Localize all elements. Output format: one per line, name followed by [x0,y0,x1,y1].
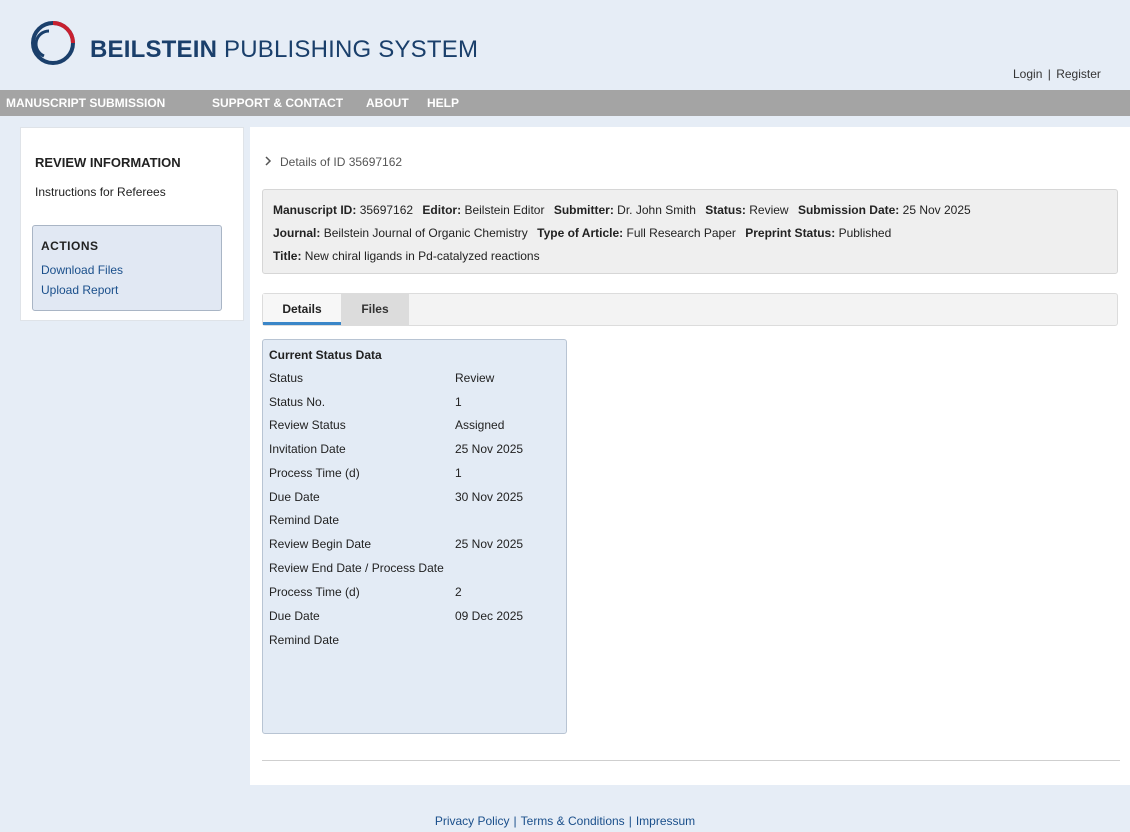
actions-box: ACTIONS Download Files Upload Report [32,225,222,311]
content-divider [262,760,1120,761]
status-row: Process Time (d) 1 [269,466,559,486]
tab-files[interactable]: Files [341,294,409,325]
nav-manuscript-submission[interactable]: MANUSCRIPT SUBMISSION [6,90,165,116]
journal-value: Beilstein Journal of Organic Chemistry [323,226,528,240]
instructions-for-referees-link[interactable]: Instructions for Referees [35,185,166,199]
nav-about[interactable]: ABOUT [366,90,409,116]
status-row-label: Remind Date [269,513,340,527]
info-line-2: Journal: Beilstein Journal of Organic Ch… [273,226,891,240]
status-row-label: Process Time (d) [269,585,360,599]
status-row-label: Due Date [269,490,320,504]
breadcrumb-text: Details of ID 35697162 [280,155,403,169]
status-row: Remind Date [269,633,559,653]
status-row-label: Status No. [269,395,326,409]
submitter-label: Submitter: [553,203,614,217]
site-footer: Privacy Policy | Terms & Conditions | Impres… [0,814,1130,828]
chevron-right-icon [265,156,272,166]
tab-bar: Details Files [262,293,1118,326]
status-row-value: 25 Nov 2025 [455,442,524,456]
status-row: Process Time (d) 2 [269,585,559,605]
title-label: Title: [273,249,302,263]
nav-support-contact[interactable]: SUPPORT & CONTACT [212,90,343,116]
review-information-title: REVIEW INFORMATION [35,155,181,170]
manuscript-id-label: Manuscript ID: [273,203,357,217]
editor-label: Editor: [422,203,462,217]
register-link[interactable]: Register [1056,67,1101,81]
status-row: Status No. 1 [269,395,559,415]
login-link[interactable]: Login [1013,67,1042,81]
submission-date-value: 25 Nov 2025 [902,203,971,217]
status-row-value: Assigned [455,418,505,432]
main-nav: MANUSCRIPT SUBMISSION SUPPORT & CONTACT … [0,90,1130,116]
status-row-label: Due Date [269,609,320,623]
status-row-label: Review Status [269,418,346,432]
brand-bold: BEILSTEIN [90,36,218,63]
footer-separator: | [513,814,517,828]
status-row-value: 1 [455,466,462,480]
submission-date-label: Submission Date: [797,203,900,217]
actions-title: ACTIONS [41,239,99,253]
terms-conditions-link[interactable]: Terms & Conditions [521,814,625,828]
nav-help[interactable]: HELP [427,90,459,116]
auth-separator: | [1047,67,1051,81]
auth-links-row: Login | Register [1013,67,1101,81]
breadcrumb: Details of ID 35697162 [264,155,402,169]
brand-title[interactable]: BEILSTEIN PUBLISHING SYSTEM [90,36,478,64]
status-row-value: 25 Nov 2025 [455,537,524,551]
download-files-link[interactable]: Download Files [41,263,123,277]
footer-separator: | [628,814,632,828]
manuscript-id-value: 35697162 [359,203,414,217]
preprint-status-value: Published [838,226,892,240]
privacy-policy-link[interactable]: Privacy Policy [435,814,510,828]
site-header: BEILSTEIN PUBLISHING SYSTEM [0,0,1130,90]
impressum-link[interactable]: Impressum [636,814,695,828]
status-row-value: 30 Nov 2025 [455,490,524,504]
status-label: Status: [705,203,746,217]
status-row: Review Begin Date 25 Nov 2025 [269,537,559,557]
info-line-3: Title: New chiral ligands in Pd-catalyze… [273,249,540,263]
status-row-label: Invitation Date [269,442,346,456]
status-row-label: Review End Date / Process Date [269,561,444,575]
status-row-value: 2 [455,585,462,599]
status-row-label: Review Begin Date [269,537,372,551]
status-row-value: 1 [455,395,462,409]
article-type-value: Full Research Paper [626,226,736,240]
status-row-label: Remind Date [269,633,340,647]
status-row-value: Review [455,371,495,385]
manuscript-info-box: Manuscript ID: 35697162 Editor: Beilstei… [262,189,1118,274]
submitter-value: Dr. John Smith [617,203,696,217]
editor-value: Beilstein Editor [464,203,545,217]
brand-rest: PUBLISHING SYSTEM [217,36,479,63]
status-row: Status Review [269,371,559,391]
status-row: Review End Date / Process Date [269,561,559,581]
upload-report-link[interactable]: Upload Report [41,283,118,297]
journal-label: Journal: [273,226,321,240]
current-status-title: Current Status Data [269,348,382,362]
status-row: Remind Date [269,513,559,533]
status-row-value: 09 Dec 2025 [455,609,524,623]
status-row: Invitation Date 25 Nov 2025 [269,442,559,462]
status-value: Review [749,203,789,217]
status-row-label: Status [269,371,304,385]
current-status-panel: Current Status Data Status Review Status … [262,339,567,734]
main-panel: Details of ID 35697162 Manuscript ID: 35… [250,127,1130,785]
status-row-label: Process Time (d) [269,466,360,480]
circular-swirl-logo-icon[interactable] [30,20,76,66]
status-row: Due Date 30 Nov 2025 [269,490,559,510]
preprint-status-label: Preprint Status: [745,226,836,240]
article-type-label: Type of Article: [537,226,624,240]
title-value: New chiral ligands in Pd-catalyzed react… [304,249,540,263]
info-line-1: Manuscript ID: 35697162 Editor: Beilstei… [273,203,971,217]
status-row: Review Status Assigned [269,418,559,438]
tab-details[interactable]: Details [263,294,341,325]
status-row: Due Date 09 Dec 2025 [269,609,559,629]
left-sidebar: REVIEW INFORMATION Instructions for Refe… [20,127,244,321]
